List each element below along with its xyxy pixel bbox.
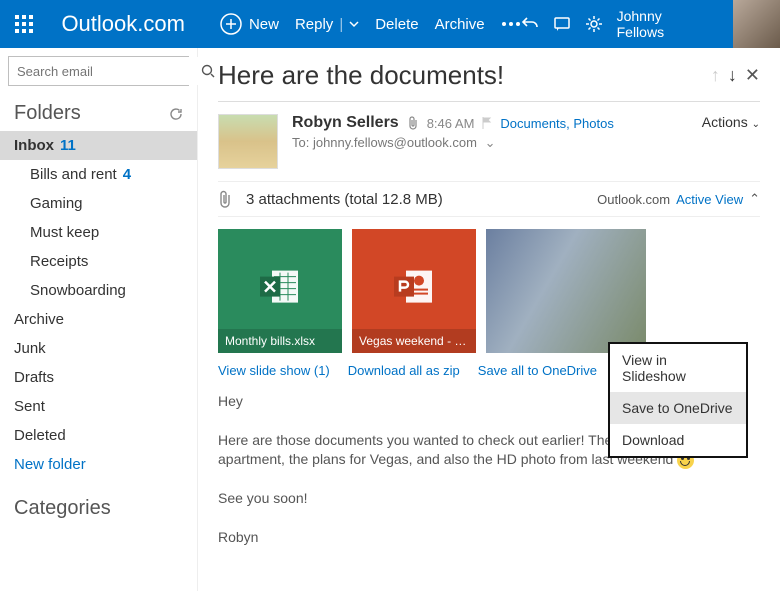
close-icon[interactable]: ✕ [745,65,760,86]
reply-button[interactable]: Reply | [295,16,359,33]
more-button[interactable] [501,21,521,27]
app-launcher-icon[interactable] [0,0,47,48]
save-onedrive-link[interactable]: Save all to OneDrive [478,363,597,378]
prev-message-icon[interactable]: ↑ [711,65,720,86]
attachment-icon [218,190,232,208]
attachment-thumb-photo[interactable] [486,229,646,353]
folder-drafts[interactable]: Drafts [0,363,197,392]
sender-photo[interactable] [218,114,278,169]
refresh-icon[interactable] [169,107,183,121]
attachment-filename: Monthly bills.xlsx [218,329,342,353]
folder-bills-and-rent[interactable]: Bills and rent4 [0,160,197,189]
attachment-context-menu: View in Slideshow Save to OneDrive Downl… [608,342,748,458]
actions-dropdown[interactable]: Actions ⌄ [702,114,760,169]
expand-recipients-icon[interactable]: ⌄ [485,135,496,150]
brand-logo[interactable]: Outlook.com [47,11,199,37]
chat-icon[interactable] [553,15,571,33]
download-zip-link[interactable]: Download all as zip [348,363,460,378]
folder-receipts[interactable]: Receipts [0,247,197,276]
message-time: 8:46 AM [427,116,475,131]
flag-icon[interactable] [482,117,492,129]
folder-deleted[interactable]: Deleted [0,421,197,450]
folders-header: Folders [0,94,197,131]
undo-icon[interactable] [521,15,539,33]
to-line: To: johnny.fellows@outlook.com [292,135,477,150]
view-slideshow-link[interactable]: View slide show (1) [218,363,330,378]
collapse-icon[interactable]: ⌃ [749,191,760,207]
attachment-summary: 3 attachments (total 12.8 MB) [246,191,443,208]
header-right: Johnny Fellows [521,0,780,48]
app-header: Outlook.com New Reply | Delete Archive J… [0,0,780,48]
ctx-download[interactable]: Download [610,424,746,456]
header-actions: New Reply | Delete Archive [219,12,521,36]
sidebar: Folders Inbox11 Bills and rent4 Gaming M… [0,48,198,591]
folder-snowboarding[interactable]: Snowboarding [0,276,197,305]
folder-must-keep[interactable]: Must keep [0,218,197,247]
new-button[interactable]: New [219,12,279,36]
sender-name[interactable]: Robyn Sellers [292,114,399,132]
attachment-thumb-excel[interactable]: Monthly bills.xlsx [218,229,342,353]
body-paragraph: See you soon! [218,489,760,508]
folder-inbox[interactable]: Inbox11 [0,131,197,160]
powerpoint-icon [392,265,436,309]
attachment-filename: Vegas weekend - pl... [352,329,476,353]
categories-header[interactable]: Categories [0,479,197,526]
chevron-down-icon [349,19,359,29]
reading-pane: Here are the documents! ↑ ↓ ✕ Robyn Sell… [198,48,780,591]
search-box [8,56,189,86]
folder-sent[interactable]: Sent [0,392,197,421]
ellipsis-icon [501,21,521,27]
search-input[interactable] [9,57,201,85]
plus-circle-icon [219,12,243,36]
new-folder-link[interactable]: New folder [0,450,197,479]
active-view-link[interactable]: Active View [676,192,743,207]
delete-button[interactable]: Delete [375,16,418,33]
chevron-down-icon: ⌄ [752,119,760,130]
attachment-icon [407,116,419,130]
attach-brand: Outlook.com [597,192,670,207]
username-label[interactable]: Johnny Fellows [617,8,719,40]
gear-icon[interactable] [585,15,603,33]
folder-junk[interactable]: Junk [0,334,197,363]
message-subject: Here are the documents! [218,60,504,91]
ctx-view-slideshow[interactable]: View in Slideshow [610,344,746,392]
avatar[interactable] [733,0,780,48]
ctx-save-onedrive[interactable]: Save to OneDrive [610,392,746,424]
message-categories[interactable]: Documents, Photos [500,116,613,131]
archive-button[interactable]: Archive [435,16,485,33]
divider: | [339,16,343,33]
next-message-icon[interactable]: ↓ [728,65,737,86]
excel-icon [258,265,302,309]
folder-archive[interactable]: Archive [0,305,197,334]
folder-gaming[interactable]: Gaming [0,189,197,218]
body-signature: Robyn [218,528,760,547]
attachment-thumb-powerpoint[interactable]: Vegas weekend - pl... [352,229,476,353]
